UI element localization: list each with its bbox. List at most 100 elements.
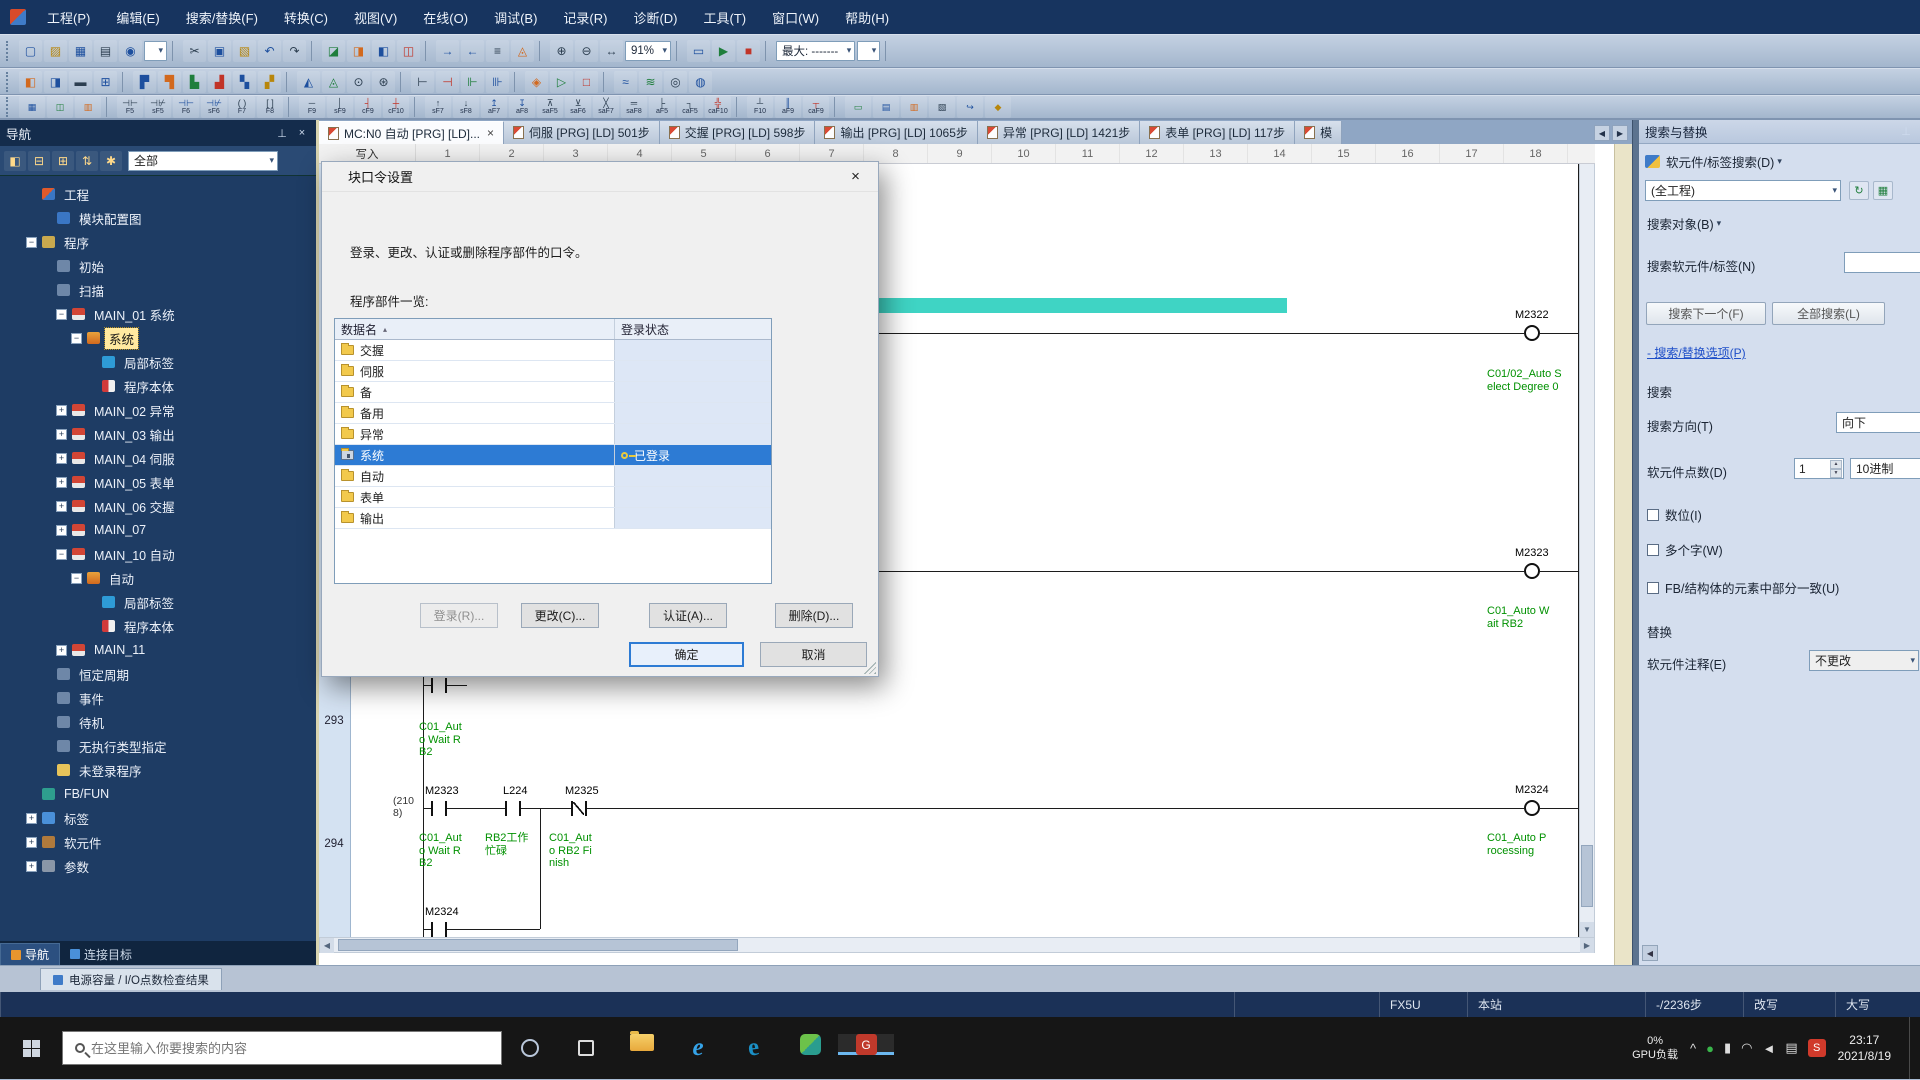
horizontal-scrollbar[interactable]: ◀ ▶ — [319, 937, 1595, 953]
comment-toggle-icon[interactable]: ≈ — [614, 71, 637, 93]
sort-icon[interactable]: ⇅ — [76, 151, 98, 171]
branch-close-icon[interactable]: ┐caF5 — [677, 96, 703, 118]
vertical-scrollbar[interactable]: ▲ ▼ — [1579, 144, 1595, 938]
bookmark-icon[interactable]: ◆ — [985, 96, 1011, 118]
contact-symbol[interactable] — [431, 678, 447, 693]
tree-item[interactable]: − MAIN_01 系统 — [0, 302, 316, 326]
stepper-down-icon[interactable]: ▼ — [1830, 469, 1842, 478]
tree-item[interactable]: 无执行类型指定 — [0, 734, 316, 758]
horizontal-scroll-thumb[interactable] — [338, 939, 738, 951]
device-list-icon[interactable]: ◬ — [322, 71, 345, 93]
read-mode-icon[interactable]: ⊢ — [411, 71, 434, 93]
search-options-link[interactable]: - 搜索/替换选项(P) — [1647, 344, 1746, 361]
invert-result-icon[interactable]: ╳saF7 — [593, 96, 619, 118]
panel-tab[interactable]: 连接目标 — [60, 943, 142, 965]
expand-toggle-icon[interactable]: − — [26, 237, 37, 248]
ok-button[interactable]: 确定 — [629, 642, 744, 667]
expand-toggle-icon[interactable]: + — [56, 405, 67, 416]
tab-scroll-right-icon[interactable]: ▶ — [1612, 125, 1628, 141]
monitor-mode-icon[interactable]: ⊩ — [461, 71, 484, 93]
menu-item[interactable]: 记录(R) — [550, 8, 620, 27]
coil-icon[interactable]: ( )F7 — [229, 96, 255, 118]
dialog-close-icon[interactable]: × — [833, 162, 878, 191]
coil-symbol[interactable] — [1524, 800, 1540, 816]
tree-item[interactable]: 扫描 — [0, 278, 316, 302]
editor-panel-splitter[interactable] — [1632, 120, 1639, 965]
tree-item[interactable]: 局部标签 — [0, 590, 316, 614]
device-label[interactable]: L224 — [503, 785, 527, 797]
tree-item[interactable]: − MAIN_10 自动 — [0, 542, 316, 566]
search-scope-combo[interactable]: (全工程) — [1645, 180, 1841, 201]
monitor-write-mode-icon[interactable]: ⊪ — [486, 71, 509, 93]
pin-icon[interactable]: ⊥ — [274, 127, 290, 140]
wifi-icon[interactable]: ◠ — [1741, 1040, 1752, 1056]
register-button[interactable]: 登录(R)... — [420, 603, 498, 628]
cross-reference-icon[interactable]: ◭ — [297, 71, 320, 93]
write-to-plc-icon[interactable]: → — [436, 40, 459, 62]
search-icon[interactable]: ⊙ — [347, 71, 370, 93]
dialog-title-bar[interactable]: 块口令设置 × — [322, 162, 878, 192]
taskbar-search[interactable] — [62, 1031, 502, 1065]
expand-all-icon[interactable]: ⊞ — [52, 151, 74, 171]
print-icon[interactable]: ▤ — [94, 40, 117, 62]
new-project-icon[interactable]: ▢ — [19, 40, 42, 62]
tree-item[interactable]: 事件 — [0, 686, 316, 710]
device-comment[interactable]: C01_Auto Processing — [1487, 832, 1549, 857]
pulse-ndiff-icon[interactable]: ⊼saF5 — [537, 96, 563, 118]
closed-contact-symbol[interactable] — [571, 801, 587, 816]
refresh-icon[interactable]: ↻ — [1849, 181, 1869, 200]
statement-edit-icon[interactable]: ▤ — [873, 96, 899, 118]
search-mode-button[interactable]: 软元件/标签搜索(D) ▾ — [1645, 152, 1782, 171]
menu-item[interactable]: 工具(T) — [691, 8, 760, 27]
monitor-start-icon[interactable]: ▶ — [712, 40, 735, 62]
verify-icon[interactable]: ≡ — [486, 40, 509, 62]
element-selection-icon[interactable]: ◨ — [44, 71, 67, 93]
tree-item[interactable]: + MAIN_06 交握 — [0, 494, 316, 518]
rising-branch-icon[interactable]: ↥aF7 — [481, 96, 507, 118]
tree-filter-combo[interactable]: 全部 — [128, 151, 278, 171]
change-button[interactable]: 更改(C)... — [521, 603, 599, 628]
tree-item[interactable]: 程序本体 — [0, 374, 316, 398]
program-part-row[interactable]: 备 — [335, 382, 771, 403]
fit-width-icon[interactable]: ↔ — [600, 40, 623, 62]
instruction-help-icon[interactable]: ┴F10 — [747, 96, 773, 118]
start-button[interactable] — [0, 1017, 62, 1079]
convert-pulse-icon[interactable]: ═saF8 — [621, 96, 647, 118]
edit-mode-icon[interactable]: ▥ — [75, 96, 101, 118]
read-from-plc-icon[interactable]: ← — [461, 40, 484, 62]
device-display-icon[interactable]: ◫ — [397, 40, 420, 62]
horizontal-line-icon[interactable]: ─F9 — [299, 96, 325, 118]
panel-tab[interactable]: 导航 — [0, 943, 60, 965]
note-icon[interactable]: ◧ — [372, 40, 395, 62]
zoom-combo[interactable]: 91% — [625, 41, 671, 61]
expand-toggle-icon[interactable]: + — [56, 501, 67, 512]
edge-icon[interactable]: e — [726, 1034, 782, 1062]
contact-symbol[interactable] — [431, 922, 447, 937]
number-base-combo[interactable]: 10进制 — [1850, 458, 1920, 479]
tree-item[interactable]: + 标签 — [0, 806, 316, 830]
delete-button[interactable]: 删除(D)... — [775, 603, 853, 628]
program-editor-icon[interactable]: ▙ — [183, 71, 206, 93]
expand-toggle-icon[interactable]: + — [26, 837, 37, 848]
falling-branch-icon[interactable]: ↧aF8 — [509, 96, 535, 118]
device-label[interactable]: M2325 — [565, 785, 599, 797]
menu-item[interactable]: 工程(P) — [34, 8, 103, 27]
device-label[interactable]: M2324 — [1515, 784, 1549, 796]
vertical-scroll-thumb[interactable] — [1581, 845, 1593, 907]
tree-item[interactable]: + 软元件 — [0, 830, 316, 854]
edit-line-icon[interactable]: ║aF9 — [775, 96, 801, 118]
tree-item[interactable]: + MAIN_07 — [0, 518, 316, 542]
panel-scroll-left-icon[interactable]: ◀ — [1642, 945, 1658, 961]
digit-checkbox[interactable] — [1647, 509, 1659, 521]
note-edit-icon[interactable]: ▥ — [901, 96, 927, 118]
save-project-icon[interactable]: ▦ — [69, 40, 92, 62]
tree-item[interactable]: 未登录程序 — [0, 758, 316, 782]
simulation-stop-icon[interactable]: □ — [575, 71, 598, 93]
rising-pulse-icon[interactable]: ↑sF7 — [425, 96, 451, 118]
device-label[interactable]: M2324 — [425, 906, 459, 918]
open-project-icon[interactable]: ▨ — [44, 40, 67, 62]
expand-toggle-icon[interactable]: − — [71, 573, 82, 584]
undo-icon[interactable]: ↶ — [258, 40, 281, 62]
program-part-row[interactable]: 异常 — [335, 424, 771, 445]
branch-open-icon[interactable]: ├aF5 — [649, 96, 675, 118]
